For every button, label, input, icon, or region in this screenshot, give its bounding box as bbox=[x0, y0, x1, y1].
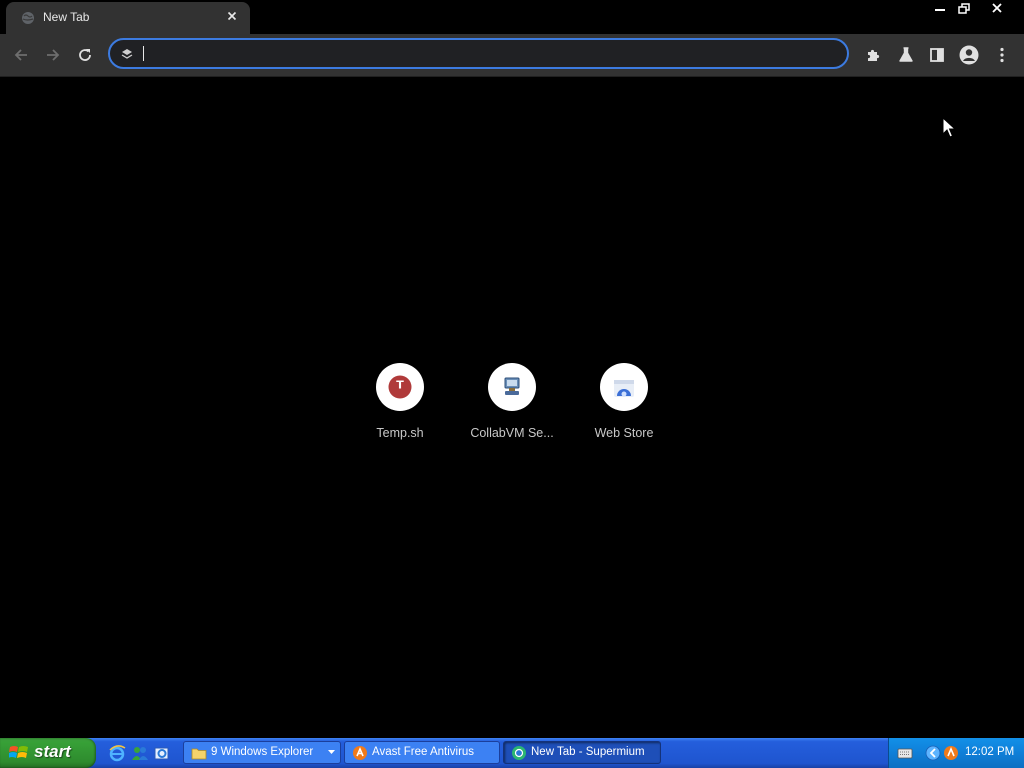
task-label: Avast Free Antivirus bbox=[372, 746, 475, 758]
task-windows-explorer[interactable]: 9 Windows Explorer bbox=[183, 741, 341, 764]
web-store-favicon bbox=[614, 380, 634, 397]
chevron-left-icon[interactable] bbox=[925, 745, 941, 761]
temp-sh-favicon: T bbox=[388, 375, 412, 399]
internet-explorer-icon[interactable] bbox=[108, 744, 126, 762]
desktop-screen: New Tab T Temp.sh CollabVM Se... Web Sto… bbox=[0, 0, 1024, 768]
messenger-icon[interactable] bbox=[131, 744, 149, 762]
kebab-menu-icon bbox=[1000, 47, 1004, 63]
shortcut-label: Temp.sh bbox=[376, 426, 424, 440]
shortcut-label: CollabVM Se... bbox=[470, 426, 554, 440]
arrow-right-icon bbox=[47, 49, 60, 61]
menu-button[interactable] bbox=[989, 42, 1015, 68]
window-close-button[interactable] bbox=[986, 0, 1008, 17]
restore-button[interactable] bbox=[953, 0, 975, 17]
start-label: start bbox=[34, 742, 71, 761]
globe-icon bbox=[22, 12, 34, 24]
close-icon bbox=[992, 3, 1002, 13]
flask-icon bbox=[899, 47, 913, 62]
tab-close-icon[interactable] bbox=[226, 10, 238, 22]
extensions-button[interactable] bbox=[861, 42, 887, 68]
shortcut-label: Web Store bbox=[594, 426, 654, 440]
side-panel-button[interactable] bbox=[924, 42, 950, 68]
system-tray: 12:02 PM bbox=[888, 738, 1024, 768]
restore-icon bbox=[958, 3, 970, 14]
shortcut-tile bbox=[488, 363, 536, 411]
puzzle-icon bbox=[868, 49, 880, 61]
supermium-icon bbox=[512, 746, 526, 760]
avast-tray-icon[interactable] bbox=[943, 745, 959, 761]
outlook-express-icon[interactable] bbox=[153, 744, 171, 762]
avast-icon bbox=[353, 746, 367, 760]
browser-toolbar bbox=[0, 34, 1024, 77]
task-avast[interactable]: Avast Free Antivirus bbox=[344, 741, 500, 764]
tab-title: New Tab bbox=[43, 10, 90, 24]
mouse-pointer-icon bbox=[942, 117, 956, 138]
reload-button[interactable] bbox=[72, 42, 98, 68]
reload-icon bbox=[79, 49, 91, 61]
minimize-icon bbox=[935, 9, 945, 11]
profile-button[interactable] bbox=[956, 42, 982, 68]
shortcut-tile bbox=[600, 363, 648, 411]
address-input[interactable] bbox=[140, 44, 834, 66]
clock: 12:02 PM bbox=[965, 746, 1015, 758]
start-button[interactable]: start bbox=[0, 738, 96, 768]
taskbar: start 9 Windows Explorer Avast Free Anti… bbox=[0, 738, 1024, 768]
task-label: New Tab - Supermium bbox=[531, 746, 645, 758]
keyboard-icon[interactable] bbox=[897, 745, 913, 761]
site-info-icon bbox=[121, 49, 133, 59]
chevron-down-icon bbox=[328, 750, 335, 754]
shortcut-tile: T bbox=[376, 363, 424, 411]
shortcut-web-store[interactable]: Web Store bbox=[568, 363, 680, 447]
forward-button[interactable] bbox=[40, 42, 66, 68]
svg-text:T: T bbox=[396, 379, 404, 392]
shortcut-collabvm[interactable]: CollabVM Se... bbox=[456, 363, 568, 447]
avatar-icon bbox=[959, 45, 979, 65]
arrow-left-icon bbox=[14, 49, 27, 61]
minimize-button[interactable] bbox=[929, 0, 951, 17]
tab-new-tab[interactable]: New Tab bbox=[6, 2, 250, 34]
task-label: 9 Windows Explorer bbox=[211, 746, 314, 758]
folder-icon bbox=[191, 748, 207, 760]
collabvm-favicon bbox=[504, 377, 520, 395]
address-bar[interactable] bbox=[108, 38, 849, 69]
shortcut-temp-sh[interactable]: T Temp.sh bbox=[344, 363, 456, 447]
new-tab-page: T Temp.sh CollabVM Se... Web Store bbox=[0, 77, 1024, 738]
windows-flag-icon bbox=[9, 746, 28, 758]
side-panel-icon bbox=[930, 48, 944, 62]
back-button[interactable] bbox=[8, 42, 34, 68]
tab-strip: New Tab bbox=[0, 0, 1024, 34]
task-supermium[interactable]: New Tab - Supermium bbox=[503, 741, 661, 764]
text-caret bbox=[143, 46, 144, 61]
labs-button[interactable] bbox=[893, 42, 919, 68]
